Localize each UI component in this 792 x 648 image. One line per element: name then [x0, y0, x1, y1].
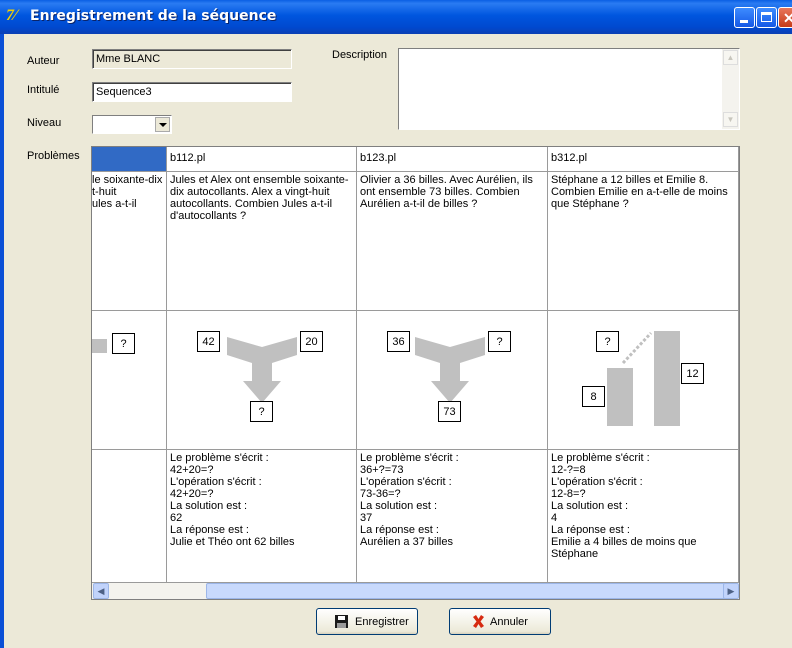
diagram-box: 20: [300, 331, 323, 352]
problems-grid[interactable]: b112.pl b123.pl b312.pl le soixante-dix …: [91, 146, 740, 600]
grid-horizontal-scrollbar[interactable]: ◀ ▶: [92, 583, 739, 599]
diagram-box: 8: [582, 386, 605, 407]
app-logo-icon: 7⁄: [6, 7, 17, 24]
save-button[interactable]: Enregistrer: [316, 608, 418, 635]
close-icon: ✕: [783, 10, 792, 26]
merge-arrow-diagram: [227, 337, 297, 403]
diagram-cell-b312[interactable]: ? 12 8: [548, 311, 739, 450]
author-label: Auteur: [27, 55, 60, 67]
description-label: Description: [332, 49, 388, 61]
solution-cell-partial[interactable]: [92, 450, 167, 583]
diagram-box: 12: [681, 363, 704, 384]
cancel-label: Annuler: [490, 616, 528, 628]
floppy-disk-icon: [335, 615, 348, 628]
diagram-cell-b112[interactable]: 42 20 ?: [167, 311, 357, 450]
statement-cell-b112[interactable]: Jules et Alex ont ensemble soixante-dix …: [167, 172, 357, 311]
window-border: [0, 34, 4, 648]
maximize-button[interactable]: [756, 7, 777, 28]
merge-arrow-diagram: [415, 337, 485, 403]
diagram-box: ?: [488, 331, 511, 352]
description-scrollbar[interactable]: ▲ ▼: [722, 49, 739, 129]
dialog-window: 7⁄ Enregistrement de la séquence ✕ Auteu…: [0, 0, 792, 648]
description-textarea[interactable]: ▲ ▼: [398, 48, 740, 130]
scroll-right-icon[interactable]: ▶: [723, 583, 739, 599]
statement-cell-b123[interactable]: Olivier a 36 billes. Avec Aurélien, ils …: [357, 172, 548, 311]
scrollbar-thumb[interactable]: [206, 583, 729, 599]
scroll-left-icon[interactable]: ◀: [93, 583, 109, 599]
grid-header-b112[interactable]: b112.pl: [167, 147, 357, 172]
bar-comparison-diagram: [607, 331, 680, 426]
solution-cell-b312[interactable]: Le problème s'écrit : 12-?=8 L'opération…: [548, 450, 739, 583]
diagram-cell-b123[interactable]: 36 ? 73: [357, 311, 548, 450]
close-button[interactable]: ✕: [778, 7, 792, 28]
grid-header-b123[interactable]: b123.pl: [357, 147, 548, 172]
title-bar[interactable]: 7⁄ Enregistrement de la séquence ✕: [0, 0, 792, 34]
diagram-box: ?: [112, 333, 135, 354]
solution-cell-b112[interactable]: Le problème s'écrit : 42+20=? L'opératio…: [167, 450, 357, 583]
red-cross-icon: [473, 615, 484, 628]
grid-header-b312[interactable]: b312.pl: [548, 147, 739, 172]
solution-cell-b123[interactable]: Le problème s'écrit : 36+?=73 L'opératio…: [357, 450, 548, 583]
diagram-box: ?: [596, 331, 619, 352]
scroll-down-icon[interactable]: ▼: [723, 112, 738, 127]
level-select[interactable]: [92, 115, 172, 134]
diagram-box: 42: [197, 331, 220, 352]
diagram-arrow: [92, 339, 107, 353]
title-input[interactable]: Sequence3: [92, 82, 292, 102]
scroll-up-icon[interactable]: ▲: [723, 50, 738, 65]
minimize-button[interactable]: [734, 7, 755, 28]
author-field[interactable]: Mme BLANC: [92, 49, 292, 69]
diagram-box: 36: [387, 331, 410, 352]
save-label: Enregistrer: [355, 616, 409, 628]
diagram-box: ?: [250, 401, 273, 422]
diagram-box: 73: [438, 401, 461, 422]
statement-cell-partial[interactable]: le soixante-dix t-huit ules a-t-il: [92, 172, 167, 311]
window-title: Enregistrement de la séquence: [30, 8, 277, 24]
statement-cell-b312[interactable]: Stéphane a 12 billes et Emilie 8. Combie…: [548, 172, 739, 311]
chevron-down-icon[interactable]: [155, 117, 170, 132]
title-label: Intitulé: [27, 84, 60, 96]
problems-label: Problèmes: [27, 150, 80, 162]
level-label: Niveau: [27, 117, 62, 129]
diagram-cell-partial[interactable]: ?: [92, 311, 167, 450]
cancel-button[interactable]: Annuler: [449, 608, 551, 635]
grid-header-partial[interactable]: [92, 147, 167, 172]
